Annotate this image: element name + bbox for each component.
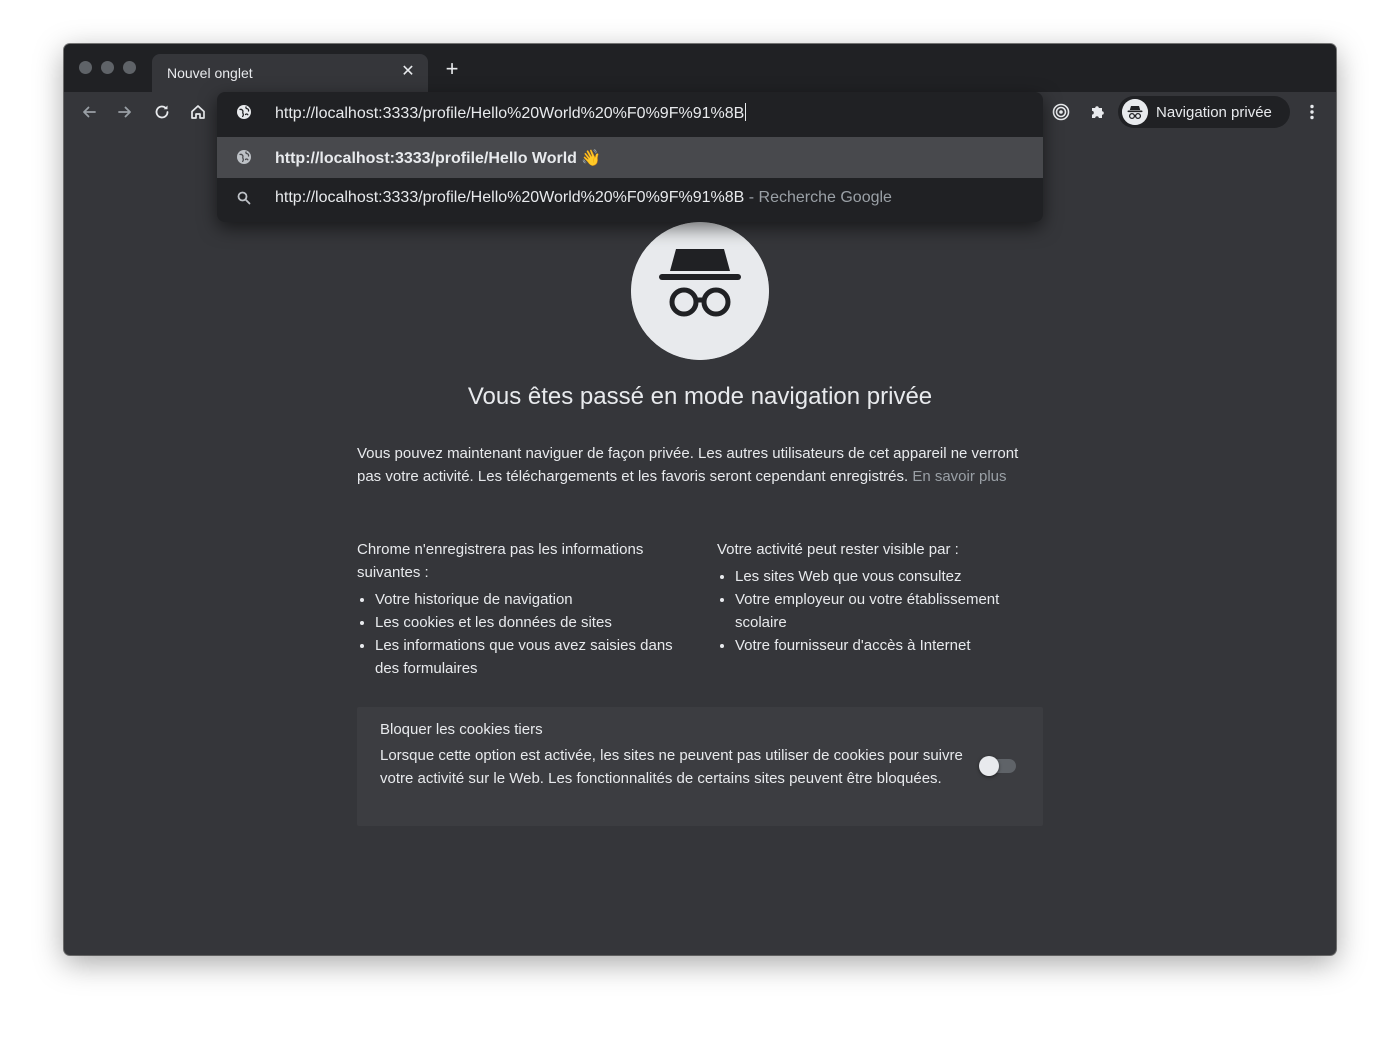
incognito-page: Vous êtes passé en mode navigation privé… [64, 132, 1336, 955]
address-input[interactable]: http://localhost:3333/profile/Hello%20Wo… [275, 103, 747, 123]
learn-more-link[interactable]: En savoir plus [912, 468, 1006, 485]
tab-title: Nouvel onglet [167, 65, 253, 81]
globe-icon [237, 105, 251, 119]
incognito-logo-icon [631, 222, 769, 360]
omnibox-dropdown: http://localhost:3333/profile/Hello%20Wo… [217, 92, 1043, 222]
cookie-controls-description: Lorsque cette option est activée, les si… [380, 747, 963, 787]
cookie-controls-card: Bloquer les cookies tiers Lorsque cette … [357, 707, 1043, 826]
home-icon[interactable] [188, 102, 208, 122]
visible-to-list: Les sites Web que vous consultez Votre e… [717, 565, 1037, 657]
extensions-puzzle-icon[interactable] [1088, 102, 1108, 122]
intro-paragraph: Vous pouvez maintenant naviguer de façon… [357, 442, 1037, 488]
suggestion-item[interactable]: http://localhost:3333/profile/Hello Worl… [217, 137, 1043, 178]
incognito-profile-button[interactable]: Navigation privée [1118, 96, 1290, 128]
suggestion-text: http://localhost:3333/profile/Hello Worl… [275, 150, 602, 167]
menu-dots-icon[interactable] [1302, 102, 1322, 122]
address-input-value: http://localhost:3333/profile/Hello%20Wo… [275, 105, 745, 122]
visible-to-title: Votre activité peut rester visible par : [717, 541, 959, 558]
not-saved-list: Votre historique de navigation Les cooki… [357, 588, 677, 680]
visible-to-column: Votre activité peut rester visible par :… [717, 538, 1037, 657]
cookie-controls-title: Bloquer les cookies tiers [380, 721, 543, 738]
browser-window: Nouvel onglet ✕ + Navigation privée http… [64, 44, 1336, 955]
list-item: Votre fournisseur d'accès à Internet [735, 634, 1037, 657]
zoom-window-button[interactable] [123, 61, 136, 74]
incognito-avatar-icon [1122, 99, 1148, 125]
text-cursor [745, 103, 747, 121]
suggestion-text: http://localhost:3333/profile/Hello%20Wo… [275, 189, 892, 207]
tab-strip: Nouvel onglet ✕ + [64, 44, 1336, 92]
page-title: Vous êtes passé en mode navigation privé… [467, 383, 933, 410]
forward-arrow-icon[interactable] [115, 102, 135, 122]
suggestion-item[interactable]: http://localhost:3333/profile/Hello%20Wo… [217, 178, 1043, 219]
list-item: Votre employeur ou votre établissement s… [735, 588, 1037, 634]
not-saved-column: Chrome n'enregistrera pas les informatio… [357, 538, 677, 680]
reload-icon[interactable] [152, 102, 172, 122]
globe-icon [237, 150, 251, 164]
back-arrow-icon[interactable] [79, 102, 99, 122]
new-tab-button[interactable]: + [442, 58, 462, 80]
close-window-button[interactable] [79, 61, 92, 74]
list-item: Les cookies et les données de sites [375, 611, 677, 634]
search-icon [237, 191, 251, 205]
list-item: Votre historique de navigation [375, 588, 677, 611]
tab-close-icon[interactable]: ✕ [398, 62, 418, 82]
profile-label: Navigation privée [1156, 104, 1272, 121]
suggestion-suffix: - Recherche Google [748, 189, 892, 206]
address-bar[interactable]: http://localhost:3333/profile/Hello%20Wo… [217, 92, 1043, 133]
tab-new-tab[interactable]: Nouvel onglet ✕ [152, 54, 428, 92]
minimize-window-button[interactable] [101, 61, 114, 74]
extension-target-icon[interactable] [1051, 102, 1071, 122]
not-saved-title: Chrome n'enregistrera pas les informatio… [357, 541, 644, 581]
suggestion-url: http://localhost:3333/profile/Hello%20Wo… [275, 189, 745, 206]
list-item: Les informations que vous avez saisies d… [375, 634, 677, 680]
toggle-knob[interactable] [979, 756, 999, 776]
list-item: Les sites Web que vous consultez [735, 565, 1037, 588]
